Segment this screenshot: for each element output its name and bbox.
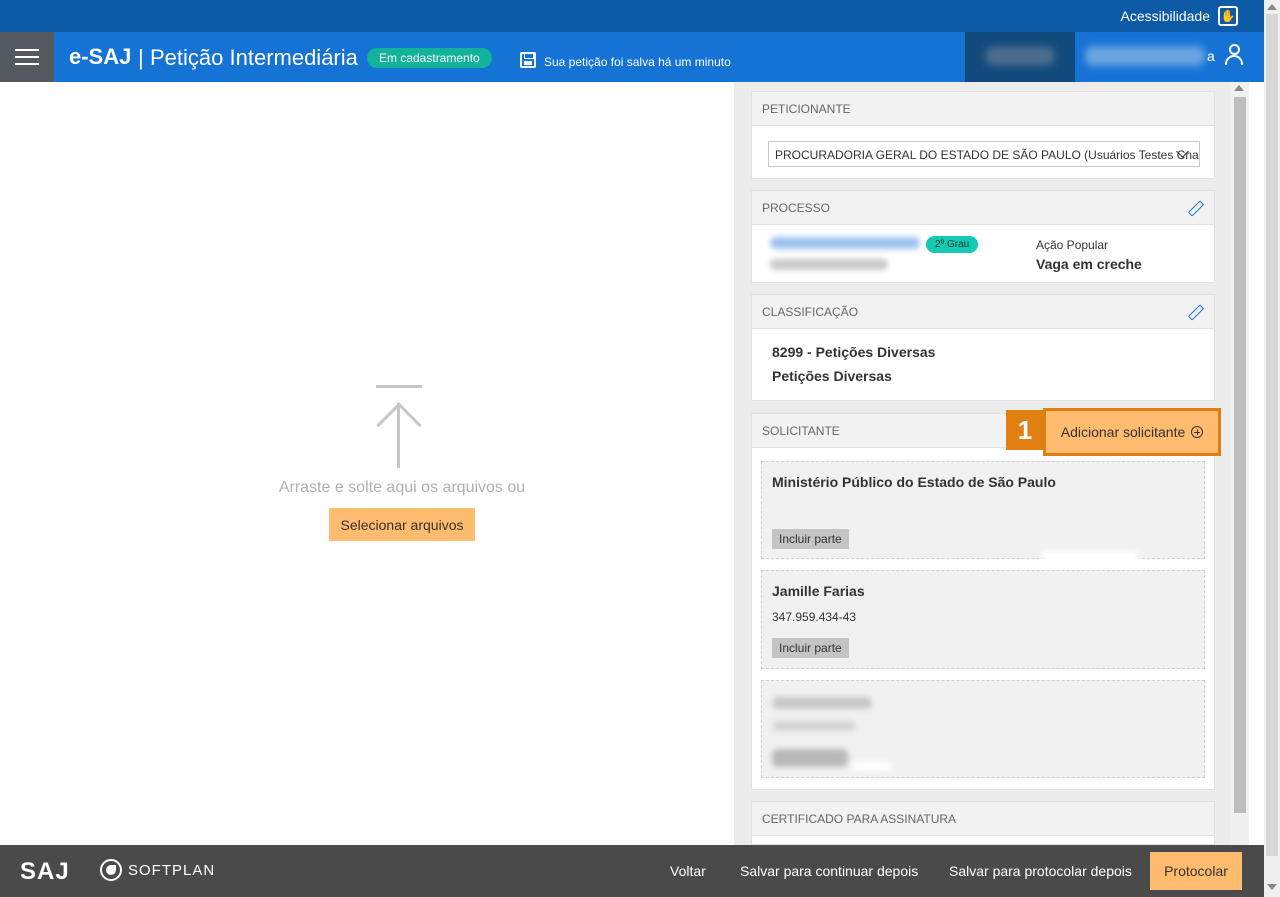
page-scroll-up-icon[interactable] <box>1267 4 1277 10</box>
page-scroll-thumb[interactable] <box>1266 14 1278 856</box>
file-dropzone[interactable]: Arraste e solte aqui os arquivos ou Sele… <box>0 82 734 845</box>
step-number-badge: 1 <box>1006 410 1044 450</box>
hand-icon: ✋ <box>1218 6 1238 26</box>
processo-heading: PROCESSO <box>752 191 1214 225</box>
panel-scroll-up-icon[interactable] <box>1234 85 1244 91</box>
solicitante-cpf: 347.959.434-43 <box>772 610 857 624</box>
accessibility-bar: Acessibilidade ✋ <box>0 0 1264 32</box>
solicitante-card: Jamille Farias 347.959.434-43 Incluir pa… <box>761 570 1205 669</box>
panel-scroll-thumb[interactable] <box>1234 97 1246 813</box>
classificacao-section: CLASSIFICAÇÃO 8299 - Petições Diversas P… <box>751 294 1215 401</box>
peticionante-select[interactable]: PROCURADORIA GERAL DO ESTADO DE SÃO PAUL… <box>768 141 1200 167</box>
include-party-button[interactable]: Incluir parte <box>772 529 849 549</box>
protocolar-button[interactable]: Protocolar <box>1150 852 1242 890</box>
solicitante-card: Ministério Público do Estado de São Paul… <box>761 461 1205 559</box>
hamburger-menu-button[interactable] <box>0 32 54 82</box>
brand-logo: e-SAJ <box>69 44 132 69</box>
add-solicitante-button[interactable]: Adicionar solicitante <box>1043 408 1221 456</box>
floppy-disk-icon <box>520 52 536 68</box>
peticionante-section: PETICIONANTE PROCURADORIA GERAL DO ESTAD… <box>751 91 1215 179</box>
peticionante-heading: PETICIONANTE <box>752 92 1214 126</box>
process-subject: Vaga em creche <box>1036 256 1142 272</box>
title-separator: | <box>138 45 144 70</box>
redacted-process-court <box>770 259 888 270</box>
user-icon[interactable] <box>1224 44 1244 66</box>
page-title: Petição Intermediária <box>150 45 358 70</box>
plus-circle-icon <box>1191 426 1204 438</box>
redacted-user-name <box>1085 46 1205 66</box>
redacted-include-button <box>772 749 848 767</box>
add-solicitante-wrapper: 1 Adicionar solicitante <box>1006 408 1221 456</box>
redacted-org-name <box>985 46 1055 66</box>
status-badge: Em cadastramento <box>367 48 492 68</box>
upload-arrow-icon <box>374 385 424 470</box>
accessibility-label: Acessibilidade <box>1120 8 1211 24</box>
process-class: Ação Popular <box>1036 238 1109 252</box>
user-name-suffix: a <box>1207 48 1215 64</box>
classification-name: Petições Diversas <box>772 368 892 384</box>
include-party-button[interactable]: Incluir parte <box>772 638 849 658</box>
classificacao-heading: CLASSIFICAÇÃO <box>752 295 1214 329</box>
edit-classificacao-pencil-icon[interactable] <box>1188 305 1202 319</box>
back-button[interactable]: Voltar <box>670 863 706 879</box>
redacted-name <box>772 697 872 709</box>
certificado-section: CERTIFICADO PARA ASSINATURA <box>751 801 1215 845</box>
peticionante-selected-value: PROCURADORIA GERAL DO ESTADO DE SÃO PAUL… <box>775 148 1200 162</box>
dropzone-instruction: Arraste e solte aqui os arquivos ou <box>278 479 526 496</box>
select-files-button[interactable]: Selecionar arquivos <box>329 508 475 541</box>
solicitante-name: Jamille Farias <box>772 583 865 599</box>
app-header: e-SAJ | Petição Intermediária Em cadastr… <box>0 32 1264 82</box>
action-footer: SAJ SOFTPLAN Voltar Salvar para continua… <box>0 845 1264 897</box>
edit-processo-pencil-icon[interactable] <box>1188 201 1202 215</box>
softplan-logo-icon <box>100 859 122 881</box>
certificado-heading: CERTIFICADO PARA ASSINATURA <box>752 802 1214 836</box>
save-protocol-later-button[interactable]: Salvar para protocolar depois <box>949 863 1132 879</box>
accessibility-link[interactable]: Acessibilidade ✋ <box>1120 6 1238 26</box>
redacted-process-number <box>770 237 920 249</box>
add-solicitante-label: Adicionar solicitante <box>1060 424 1186 440</box>
redacted-overlay <box>852 761 892 771</box>
classification-code: 8299 - Petições Diversas <box>772 344 936 360</box>
solicitante-card-redacted <box>761 680 1205 778</box>
page-scroll-down-icon[interactable] <box>1267 884 1277 890</box>
redacted-document <box>772 721 856 731</box>
save-status-message: Sua petição foi salva há um minuto <box>544 55 731 69</box>
save-continue-later-button[interactable]: Salvar para continuar depois <box>740 863 918 879</box>
solicitante-name: Ministério Público do Estado de São Paul… <box>772 474 1056 490</box>
softplan-logo-text: SOFTPLAN <box>128 862 216 879</box>
saj-logo: SAJ <box>20 858 70 885</box>
grau-badge: 2º Grau <box>926 236 979 253</box>
processo-section: PROCESSO 2º Grau Ação Popular Vaga em cr… <box>751 190 1215 283</box>
